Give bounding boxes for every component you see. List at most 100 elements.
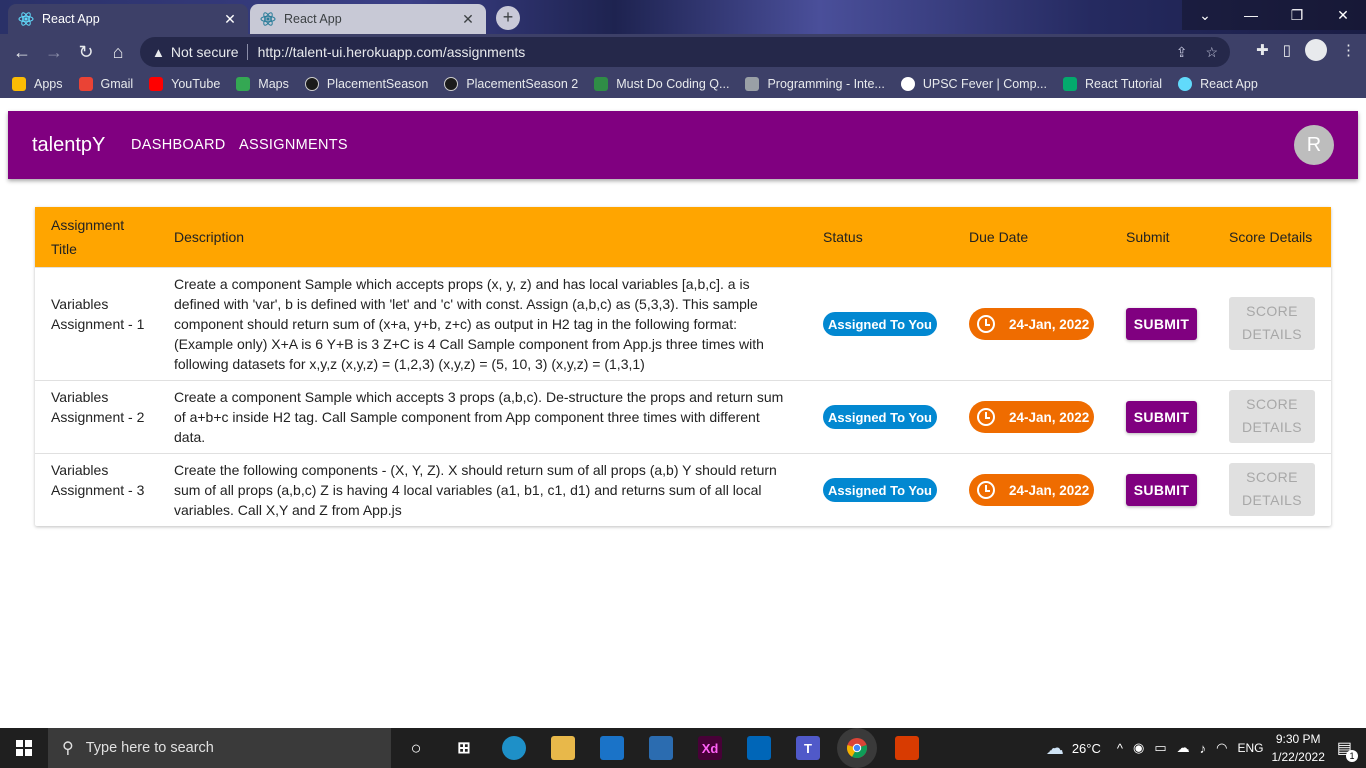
maps-icon [236,77,251,91]
language-indicator[interactable]: ENG [1237,741,1263,755]
browser-tab-active[interactable]: React App ✕ [8,4,248,34]
address-bar[interactable]: ▲ Not secure http://talent-ui.herokuapp.… [140,37,1230,67]
browser-tab-inactive[interactable]: React App ✕ [250,4,486,34]
bookmark-gmail[interactable]: Gmail [78,77,133,91]
status-badge: Assigned To You [823,312,937,336]
close-tab-icon[interactable]: ✕ [222,11,238,28]
score-details-button[interactable]: SCORE DETAILS [1229,390,1315,443]
table-row: Variables Assignment - 1 Create a compon… [35,267,1331,380]
wifi-icon[interactable]: ◠ [1216,740,1227,756]
table-row: Variables Assignment - 3 Create the foll… [35,453,1331,526]
taskbar-search-box[interactable]: ⚲ Type here to search [48,728,391,768]
windows-logo-icon [16,740,32,756]
bookmark-placementseason-2[interactable]: PlacementSeason 2 [444,77,578,91]
restore-icon[interactable]: ❐ [1274,0,1320,30]
side-panel-icon[interactable]: ▯ [1283,41,1291,59]
meet-now-icon[interactable]: ◉ [1133,740,1144,756]
browser-tab-strip: React App ✕ React App ✕ + ⌄ — ❐ ✕ [0,0,1366,34]
adobe-xd-icon[interactable]: Xd [698,736,722,760]
notification-icon[interactable]: ▤ 1 [1337,738,1358,762]
profile-avatar-icon[interactable] [1305,39,1327,61]
bookmark-upsc-fever[interactable]: UPSC Fever | Comp... [900,77,1047,91]
tab-search-icon[interactable]: ⌄ [1182,0,1228,30]
reload-icon[interactable]: ↻ [70,36,102,68]
geeksforgeeks-icon [594,77,609,91]
forward-icon[interactable]: → [38,36,70,68]
extension-area: ✚ ▯ ⋮ [1256,39,1356,61]
clock-date: 1/22/2022 [1271,750,1325,764]
submit-button[interactable]: SUBMIT [1126,474,1197,506]
minimize-icon[interactable]: — [1228,0,1274,30]
new-tab-button[interactable]: + [496,6,520,30]
file-explorer-icon[interactable] [551,736,575,760]
bookmark-apps[interactable]: Apps [12,77,63,91]
onedrive-cloud-icon[interactable]: ☁ [1177,740,1190,756]
react-favicon-icon [18,11,34,27]
notification-count: 1 [1346,750,1358,762]
bookmark-must-do-coding[interactable]: Must Do Coding Q... [594,77,729,91]
nav-assignments-link[interactable]: ASSIGNMENTS [239,137,348,153]
bookmark-react-tutorial[interactable]: React Tutorial [1062,77,1162,91]
header-score-details: Score Details [1229,229,1313,245]
submit-button[interactable]: SUBMIT [1126,401,1197,433]
menu-kebab-icon[interactable]: ⋮ [1341,41,1356,59]
score-details-button[interactable]: SCORE DETAILS [1229,297,1315,350]
header-due-date: Due Date [969,229,1029,245]
warning-icon[interactable]: ▲ [152,45,165,60]
task-view-icon[interactable]: ⊞ [452,736,476,760]
chevron-up-icon[interactable]: ^ [1117,741,1123,756]
due-date-chip: 24-Jan, 2022 [969,308,1094,340]
home-icon[interactable]: ⌂ [102,36,134,68]
office-icon[interactable] [895,736,919,760]
cortana-icon[interactable]: ○ [404,736,428,760]
volume-icon[interactable]: ♪ [1200,741,1207,756]
brand-logo[interactable]: talentpY [32,134,105,157]
url-text[interactable]: http://talent-ui.herokuapp.com/assignmen… [258,44,526,60]
table-row: Variables Assignment - 2 Create a compon… [35,380,1331,453]
teams-icon[interactable]: T [796,736,820,760]
assignment-title: Variables Assignment - 3 [51,462,145,498]
bookmark-placementseason[interactable]: PlacementSeason [304,77,428,91]
user-avatar[interactable]: R [1294,125,1334,165]
mail-icon[interactable] [600,736,624,760]
tab-title: React App [284,12,342,26]
nav-dashboard-link[interactable]: DASHBOARD [131,137,226,153]
bookmark-star-icon[interactable]: ☆ [1205,44,1218,61]
search-icon: ⚲ [62,740,74,757]
bookmark-youtube[interactable]: YouTube [149,77,220,91]
globe-icon [900,77,915,91]
header-description: Description [174,229,245,245]
weather-cloud-icon[interactable]: ☁ [1046,738,1064,759]
due-date-chip: 24-Jan, 2022 [969,401,1094,433]
battery-icon[interactable]: ▭ [1154,740,1166,756]
assignment-description: Create a component Sample which accepts … [174,276,764,372]
chrome-icon[interactable] [845,736,869,760]
close-window-icon[interactable]: ✕ [1320,0,1366,30]
close-tab-icon[interactable]: ✕ [460,11,476,28]
bookmark-label: Maps [258,77,289,91]
bookmark-react-app[interactable]: React App [1178,77,1258,91]
store-icon[interactable] [649,736,673,760]
vscode-icon[interactable] [747,736,771,760]
clock-icon [977,481,995,499]
bookmark-label: YouTube [171,77,221,91]
edge-icon[interactable] [502,736,526,760]
score-details-button[interactable]: SCORE DETAILS [1229,463,1315,516]
weather-temp[interactable]: 26°C [1072,741,1101,756]
status-badge: Assigned To You [823,478,937,502]
assignment-description: Create the following components - (X, Y,… [174,462,777,518]
submit-button[interactable]: SUBMIT [1126,308,1197,340]
bookmark-label: Apps [34,77,63,91]
bookmark-programming[interactable]: Programming - Inte... [745,77,885,91]
security-label[interactable]: Not secure [171,44,239,60]
assignment-title: Variables Assignment - 2 [51,389,145,425]
assignment-description: Create a component Sample which accepts … [174,389,784,445]
start-button[interactable] [0,728,48,768]
status-badge: Assigned To You [823,405,937,429]
bookmark-label: UPSC Fever | Comp... [922,77,1047,91]
bookmark-maps[interactable]: Maps [236,77,289,91]
share-icon[interactable]: ⇪ [1176,44,1188,61]
taskbar-clock[interactable]: 9:30 PM 1/22/2022 [1271,730,1324,766]
extensions-puzzle-icon[interactable]: ✚ [1256,41,1269,59]
back-icon[interactable]: ← [6,36,38,68]
